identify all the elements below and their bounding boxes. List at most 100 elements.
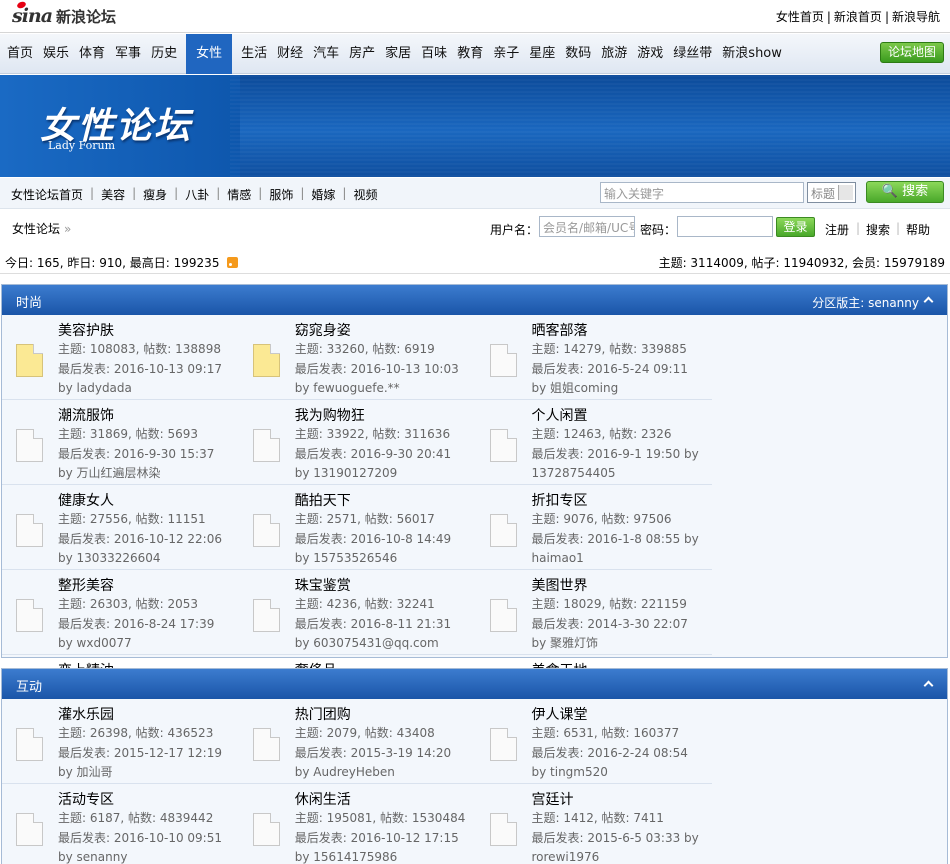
breadcrumb-home[interactable]: 女性论坛 (12, 222, 60, 236)
forum-last-post[interactable]: 最后发表: 2015-6-5 03:33 by rorewi1976 (532, 829, 704, 864)
forum-counts: 主题: 108083, 帖数: 138898 (58, 342, 221, 356)
nav-item[interactable]: 汽车 (308, 34, 344, 74)
forum-name[interactable]: 美图世界 (532, 575, 588, 595)
nav-item[interactable]: 首页 (2, 34, 38, 74)
nav-item[interactable]: 星座 (524, 34, 560, 74)
username-input[interactable]: 会员名/邮箱/UC号 (539, 216, 635, 237)
forum-counts: 主题: 27556, 帖数: 11151 (58, 512, 206, 526)
daily-stats: 今日: 165, 昨日: 910, 最高日: 199235 (5, 254, 239, 271)
top-link-women-home[interactable]: 女性首页 (776, 10, 824, 24)
forum-last-post[interactable]: 最后发表: 2016-2-24 08:54 by tingm520 (532, 744, 704, 783)
forum-meta: 主题: 18029, 帖数: 221159 最后发表: 2014-3-30 22:… (532, 595, 704, 654)
forum-name[interactable]: 潮流服饰 (58, 405, 114, 425)
nav-item[interactable]: 房产 (344, 34, 380, 74)
forum-last-post[interactable]: 最后发表: 2016-9-30 15:37 by 万山红遍层林染 (58, 445, 230, 484)
nav-item[interactable]: 教育 (452, 34, 488, 74)
password-input[interactable] (677, 216, 773, 237)
forum-name[interactable]: 健康女人 (58, 490, 114, 510)
forum-map-button[interactable]: 论坛地图 (879, 42, 944, 63)
top-link-sina-nav[interactable]: 新浪导航 (892, 10, 940, 24)
search-link[interactable]: 搜索 (866, 221, 890, 238)
forum-name[interactable]: 活动专区 (58, 789, 114, 809)
top-link-sina-home[interactable]: 新浪首页 (834, 10, 882, 24)
forum-meta: 主题: 9076, 帖数: 97506 最后发表: 2016-1-8 08:55 … (532, 510, 704, 569)
help-link[interactable]: 帮助 (906, 221, 930, 238)
forum-last-post[interactable]: 最后发表: 2016-9-30 20:41 by 13190127209 (295, 445, 467, 484)
nav-item[interactable]: 百味 (416, 34, 452, 74)
forum-last-post[interactable]: 最后发表: 2015-12-17 12:19 by 加汕哥 (58, 744, 230, 783)
sub-nav-link[interactable]: 情感 (220, 186, 258, 203)
nav-item[interactable]: 女性 (186, 34, 233, 74)
nav-item[interactable]: 军事 (110, 34, 146, 74)
nav-item[interactable]: 生活 (236, 34, 272, 74)
banner-subtitle: Lady Forum (48, 139, 116, 152)
forum-name[interactable]: 整形美容 (58, 575, 114, 595)
forum-name[interactable]: 休闲生活 (295, 789, 351, 809)
forum-last-post[interactable]: 最后发表: 2016-10-13 10:03 by fewuoguefe.** (295, 360, 467, 399)
forum-name[interactable]: 我为购物狂 (295, 405, 365, 425)
nav-item[interactable]: 体育 (74, 34, 110, 74)
forum-icon (489, 514, 517, 547)
search-input[interactable]: 输入关键字 (600, 182, 804, 203)
forum-counts: 主题: 26398, 帖数: 436523 (58, 726, 214, 740)
forum-last-post[interactable]: 最后发表: 2016-8-24 17:39 by wxd0077 (58, 615, 230, 654)
rss-icon[interactable] (227, 257, 239, 268)
nav-item[interactable]: 新浪show (717, 34, 787, 74)
forum-name[interactable]: 宫廷计 (532, 789, 574, 809)
login-button[interactable]: 登录 (776, 217, 815, 237)
banner: 女性论坛 Lady Forum (0, 75, 950, 177)
forum-meta: 主题: 26398, 帖数: 436523 最后发表: 2015-12-17 12… (58, 724, 230, 783)
forum-meta: 主题: 26303, 帖数: 2053 最后发表: 2016-8-24 17:39… (58, 595, 230, 654)
nav-item[interactable]: 历史 (146, 34, 182, 74)
sub-nav-link[interactable]: 婚嫁 (304, 186, 342, 203)
forum-last-post[interactable]: 最后发表: 2016-10-12 17:15 by 15614175986 (295, 829, 467, 864)
sub-nav-link[interactable]: 女性论坛首页 (4, 186, 90, 203)
forum-last-post[interactable]: 最后发表: 2015-3-19 14:20 by AudreyHeben (295, 744, 467, 783)
nav-item[interactable]: 游戏 (632, 34, 668, 74)
register-link[interactable]: 注册 (825, 221, 849, 238)
forum-name[interactable]: 热门团购 (295, 704, 351, 724)
nav-item[interactable]: 数码 (560, 34, 596, 74)
section-title[interactable]: 互动 (16, 676, 42, 695)
collapse-icon[interactable] (923, 680, 934, 691)
forum-last-post[interactable]: 最后发表: 2014-3-30 22:07 by 聚雅灯饰 (532, 615, 704, 654)
sina-forum-logo[interactable]: sina 新浪论坛 (12, 5, 116, 27)
forum-name[interactable]: 个人闲置 (532, 405, 588, 425)
sub-nav-link[interactable]: 美容 (94, 186, 132, 203)
forum-name[interactable]: 美容护肤 (58, 320, 114, 340)
forum-last-post[interactable]: 最后发表: 2016-9-1 19:50 by 13728754405 (532, 445, 704, 484)
forum-last-post[interactable]: 最后发表: 2016-5-24 09:11 by 姐姐coming (532, 360, 704, 399)
collapse-icon[interactable] (923, 296, 934, 307)
nav-item[interactable]: 绿丝带 (668, 34, 717, 74)
nav-item[interactable]: 亲子 (488, 34, 524, 74)
forum-name[interactable]: 灌水乐园 (58, 704, 114, 724)
nav-item[interactable]: 旅游 (596, 34, 632, 74)
forum-last-post[interactable]: 最后发表: 2016-1-8 08:55 by haimao1 (532, 530, 704, 569)
forum-name[interactable]: 折扣专区 (532, 490, 588, 510)
forum-name[interactable]: 伊人课堂 (532, 704, 588, 724)
forum-last-post[interactable]: 最后发表: 2016-10-8 14:49 by 15753526546 (295, 530, 467, 569)
forum-icon (16, 599, 43, 632)
forum-last-post[interactable]: 最后发表: 2016-10-10 09:51 by senanny (58, 829, 230, 864)
sub-nav-link[interactable]: 八卦 (178, 186, 216, 203)
section-title[interactable]: 时尚 (16, 292, 42, 311)
forum-item: 灌水乐园主题: 26398, 帖数: 436523 最后发表: 2015-12-1… (2, 699, 239, 784)
forum-name[interactable]: 晒客部落 (532, 320, 588, 340)
forum-last-post[interactable]: 最后发表: 2016-10-13 09:17 by ladydada (58, 360, 230, 399)
nav-item[interactable]: 财经 (272, 34, 308, 74)
sub-nav-link[interactable]: 瘦身 (136, 186, 174, 203)
sub-nav-link[interactable]: 视频 (346, 186, 384, 203)
forum-last-post[interactable]: 最后发表: 2016-10-12 22:06 by 13033226604 (58, 530, 230, 569)
nav-item[interactable]: 娱乐 (38, 34, 74, 74)
forum-item: 窈窕身姿 主题: 33260, 帖数: 6919 最后发表: 2016-10-13 … (238, 315, 476, 400)
forum-item: 折扣专区 主题: 9076, 帖数: 97506 最后发表: 2016-1-8 08… (475, 485, 713, 570)
forum-last-post[interactable]: 最后发表: 2016-8-11 21:31 by 603075431@qq.co… (295, 615, 467, 654)
forum-name[interactable]: 酷拍天下 (295, 490, 351, 510)
search-button[interactable]: 🔍 搜索 (866, 181, 944, 203)
sub-nav-link[interactable]: 服饰 (262, 186, 300, 203)
forum-name[interactable]: 珠宝鉴赏 (295, 575, 351, 595)
nav-item[interactable]: 家居 (380, 34, 416, 74)
section-moderator[interactable]: 分区版主: senanny (812, 294, 919, 311)
search-type-select[interactable]: 标题 (807, 182, 856, 203)
forum-name[interactable]: 窈窕身姿 (295, 320, 351, 340)
